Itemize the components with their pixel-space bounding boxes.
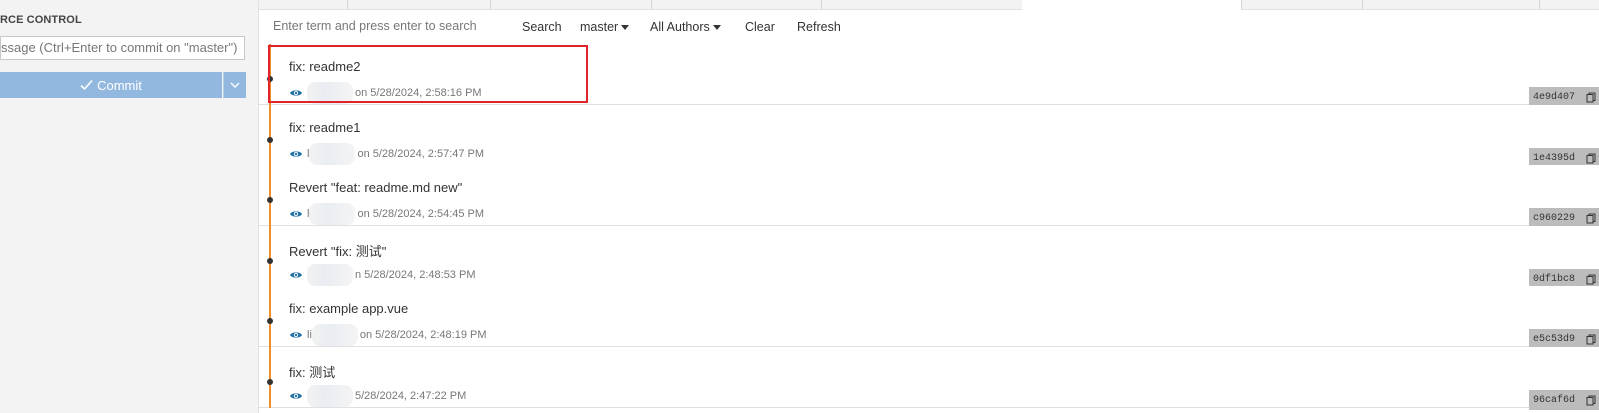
copy-icon[interactable]	[1586, 92, 1596, 103]
commit-message-input[interactable]: ssage (Ctrl+Enter to commit on "master")	[0, 36, 245, 60]
caret-down-icon	[621, 25, 630, 31]
editor-tabs	[259, 0, 1599, 10]
commit-hash: 4e9d407	[1533, 91, 1576, 103]
redacted-author	[307, 385, 353, 407]
history-toolbar: Search master All Authors Clear Refresh	[259, 10, 1599, 44]
copy-icon[interactable]	[1586, 395, 1596, 406]
commit-row[interactable]: fix: readme1 l on 5/28/2024, 2:57:47 PM 1e4…	[259, 105, 1599, 168]
branch-rail	[269, 286, 271, 347]
commit-hash: 1e4395d	[1533, 152, 1576, 164]
commit-message[interactable]: fix: readme2	[289, 59, 361, 74]
commit-meta: n 5/28/2024, 2:48:53 PM	[289, 264, 475, 286]
git-history-view: Search master All Authors Clear Refresh …	[259, 0, 1599, 413]
check-icon	[80, 79, 93, 91]
commit-hash: c960229	[1533, 212, 1576, 224]
tab-separator	[490, 0, 491, 9]
commit-row[interactable]: fix: 测试 5/28/2024, 2:47:22 PM 96caf6d	[259, 347, 1599, 410]
commit-node	[267, 76, 273, 82]
copy-icon[interactable]	[1586, 274, 1596, 285]
copy-icon[interactable]	[1586, 334, 1596, 345]
refresh-button[interactable]: Refresh	[797, 20, 841, 34]
eye-icon[interactable]	[289, 88, 303, 98]
branch-rail	[269, 226, 271, 287]
eye-icon[interactable]	[289, 391, 303, 401]
eye-icon[interactable]	[289, 330, 303, 340]
branch-rail	[269, 165, 271, 226]
commit-node	[267, 258, 273, 264]
commit-date: on 5/28/2024, 2:57:47 PM	[357, 148, 485, 160]
redacted-author	[309, 143, 356, 165]
commit-meta: li on 5/28/2024, 2:48:19 PM	[289, 324, 487, 346]
branch-label: master	[580, 20, 619, 34]
commit-hash-badge[interactable]: 96caf6d	[1529, 390, 1599, 410]
eye-icon[interactable]	[289, 270, 303, 280]
authors-dropdown[interactable]: All Authors	[650, 20, 721, 34]
commit-message[interactable]: Revert "feat: readme.md new"	[289, 180, 462, 195]
commit-meta: l on 5/28/2024, 2:57:47 PM	[289, 143, 484, 165]
copy-icon[interactable]	[1586, 153, 1596, 164]
commit-node	[267, 318, 273, 324]
caret-down-icon	[712, 25, 721, 31]
tab-separator	[1241, 0, 1242, 9]
tab-separator	[821, 0, 822, 9]
commit-row[interactable]: fix: readme2 on 5/28/2024, 2:58:16 PM 4e9d…	[259, 44, 1599, 107]
source-control-title: RCE CONTROL	[0, 14, 82, 26]
commit-message[interactable]: fix: readme1	[289, 120, 361, 135]
authors-label: All Authors	[650, 20, 710, 34]
copy-icon[interactable]	[1586, 213, 1596, 224]
commit-message-placeholder: ssage (Ctrl+Enter to commit on "master")	[1, 40, 238, 55]
commit-row[interactable]: Revert "fix: 测试" n 5/28/2024, 2:48:53 PM 0…	[259, 226, 1599, 289]
redacted-author	[307, 82, 353, 104]
tab-separator	[347, 0, 348, 9]
tab-separator	[1539, 0, 1540, 9]
commit-date: on 5/28/2024, 2:48:19 PM	[359, 329, 487, 341]
redacted-author	[309, 203, 356, 225]
commit-meta: l on 5/28/2024, 2:54:45 PM	[289, 203, 484, 225]
commit-hash-badge[interactable]: 4e9d407	[1529, 87, 1599, 107]
commit-node	[267, 379, 273, 385]
commit-node	[267, 197, 273, 203]
search-input[interactable]	[271, 18, 505, 34]
chevron-down-icon	[230, 82, 240, 88]
branch-rail	[269, 44, 271, 105]
source-control-sidebar: RCE CONTROL ssage (Ctrl+Enter to commit …	[0, 0, 259, 413]
commit-meta: 5/28/2024, 2:47:22 PM	[289, 385, 466, 407]
commit-date: on 5/28/2024, 2:58:16 PM	[355, 87, 482, 99]
redacted-author	[311, 324, 358, 346]
commit-message[interactable]: fix: 测试	[289, 362, 335, 381]
app-root: RCE CONTROL ssage (Ctrl+Enter to commit …	[0, 0, 1599, 413]
commit-hash-badge[interactable]: c960229	[1529, 208, 1599, 228]
branch-dropdown[interactable]: master	[580, 20, 630, 34]
commit-hash: 96caf6d	[1533, 394, 1576, 406]
commit-button-label: Commit	[97, 77, 142, 93]
commit-message[interactable]: fix: example app.vue	[289, 301, 408, 316]
commit-more-button[interactable]	[223, 72, 246, 98]
commit-date: n 5/28/2024, 2:48:53 PM	[355, 269, 476, 281]
tab-active[interactable]	[1022, 0, 1241, 10]
branch-rail	[269, 347, 271, 408]
tab-separator	[1362, 0, 1363, 9]
commit-row[interactable]: fix: example app.vue li on 5/28/2024, 2:48…	[259, 286, 1599, 349]
commit-node	[267, 137, 273, 143]
commit-hash-badge[interactable]: e5c53d9	[1529, 329, 1599, 349]
commit-message[interactable]: Revert "fix: 测试"	[289, 241, 386, 260]
clear-button[interactable]: Clear	[745, 20, 775, 34]
commit-row[interactable]: Revert "feat: readme.md new" l on 5/28/202…	[259, 165, 1599, 228]
commit-button[interactable]: Commit	[0, 72, 222, 98]
tab-separator	[651, 0, 652, 9]
redacted-author	[307, 264, 353, 286]
commit-meta: on 5/28/2024, 2:58:16 PM	[289, 82, 482, 104]
eye-icon[interactable]	[289, 209, 303, 219]
commit-date: on 5/28/2024, 2:54:45 PM	[357, 208, 485, 220]
search-button[interactable]: Search	[522, 20, 562, 34]
commit-date: 5/28/2024, 2:47:22 PM	[355, 390, 467, 402]
eye-icon[interactable]	[289, 149, 303, 159]
commit-hash: e5c53d9	[1533, 333, 1576, 345]
commit-hash: 0df1bc8	[1533, 273, 1576, 285]
branch-rail	[269, 105, 271, 166]
